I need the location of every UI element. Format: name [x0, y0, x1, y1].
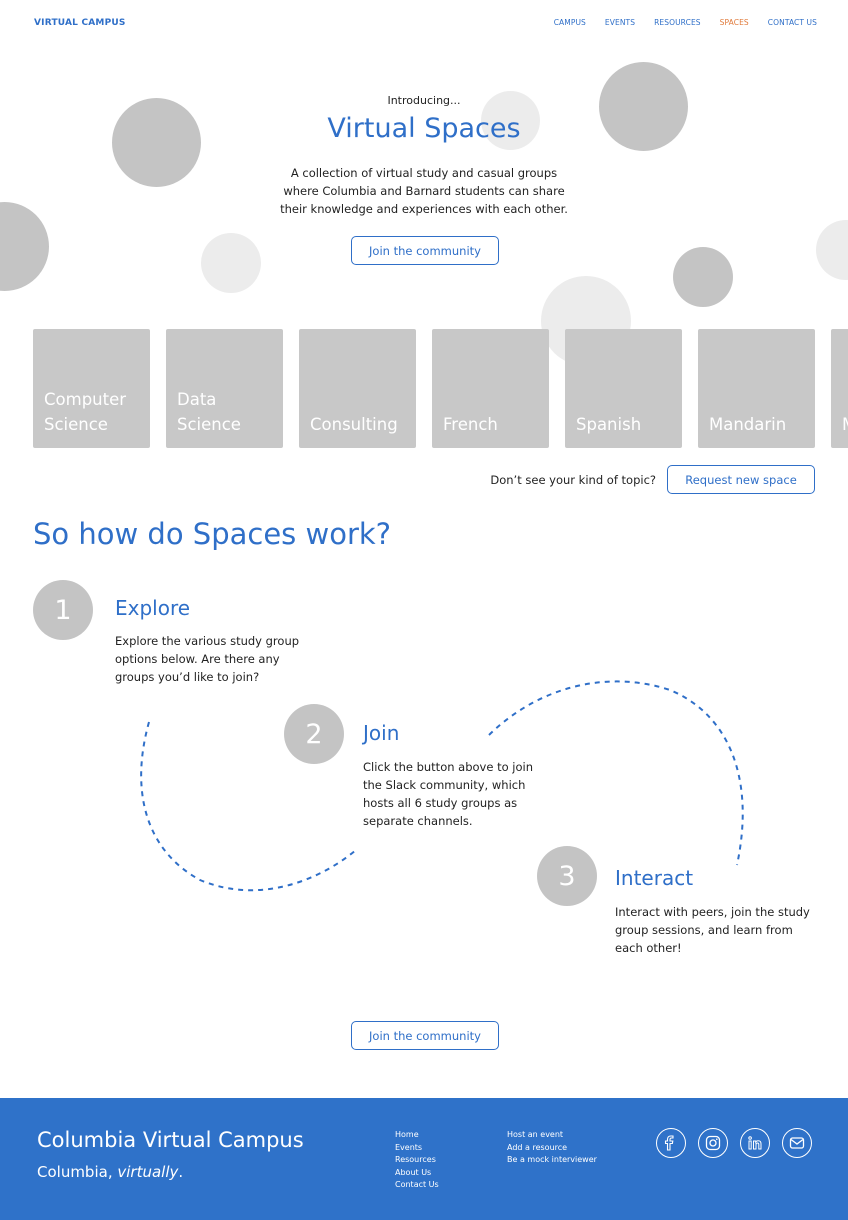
footer-link-events[interactable]: Events: [395, 1142, 439, 1155]
step-title-interact: Interact: [615, 866, 694, 890]
footer-link-mock-interviewer[interactable]: Be a mock interviewer: [507, 1154, 597, 1167]
facebook-icon[interactable]: [656, 1128, 686, 1158]
step-description-explore: Explore the various study group options …: [115, 634, 300, 684]
step-number-2: 2: [284, 704, 344, 764]
footer-link-contact-us[interactable]: Contact Us: [395, 1179, 439, 1192]
footer-link-resources[interactable]: Resources: [395, 1154, 439, 1167]
tagline-suffix: .: [178, 1163, 184, 1181]
mail-icon[interactable]: [782, 1128, 812, 1158]
step-number-1: 1: [33, 580, 93, 640]
instagram-icon[interactable]: [698, 1128, 728, 1158]
footer-title: Columbia Virtual Campus: [37, 1128, 304, 1152]
tagline-emphasis: virtually: [117, 1163, 179, 1181]
footer-link-about-us[interactable]: About Us: [395, 1167, 439, 1180]
footer: Columbia Virtual Campus Columbia, virtua…: [0, 1098, 848, 1220]
step-title-explore: Explore: [115, 596, 191, 620]
footer-links-main: Home Events Resources About Us Contact U…: [395, 1129, 439, 1192]
step-number-3: 3: [537, 846, 597, 906]
step-description-join: Click the button above to join the Slack…: [363, 760, 534, 828]
footer-link-host-event[interactable]: Host an event: [507, 1129, 597, 1142]
tagline-prefix: Columbia,: [37, 1163, 118, 1181]
social-links: [656, 1128, 812, 1158]
footer-links-actions: Host an event Add a resource Be a mock i…: [507, 1129, 597, 1167]
step-description-interact: Interact with peers, join the study grou…: [615, 905, 810, 955]
step-title-join: Join: [363, 721, 400, 745]
footer-tagline: Columbia, virtually.: [37, 1163, 183, 1181]
footer-link-home[interactable]: Home: [395, 1129, 439, 1142]
join-community-button-bottom[interactable]: Join the community: [351, 1021, 499, 1050]
footer-link-add-resource[interactable]: Add a resource: [507, 1142, 597, 1155]
linkedin-icon[interactable]: [740, 1128, 770, 1158]
